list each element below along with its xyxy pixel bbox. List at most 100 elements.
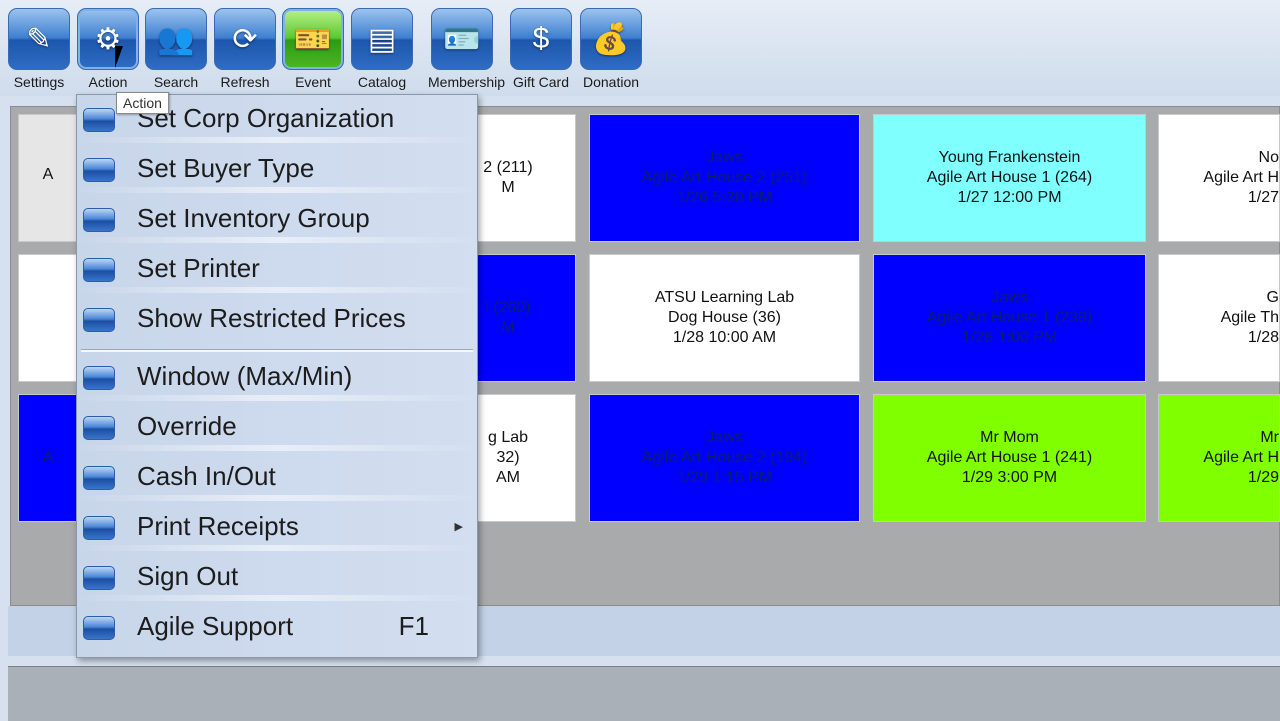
tile-line: Agile Art House 1 (239) [926,309,1093,326]
money-bag-icon: 💰 [580,8,642,70]
tile-line: Jaws [706,429,743,446]
menu-item-sheen [77,495,477,501]
action-button[interactable]: ⚙ Action [75,8,141,96]
search-label: Search [153,74,199,90]
refresh-icon: ⟳ [214,8,276,70]
tile-line: 1/27 12:00 PM [957,189,1062,206]
tile-line: A [42,166,54,183]
menu-item-print-receipts[interactable]: Print Receipts ▶ [77,503,477,551]
tile-line: 1/29 3:00 PM [961,469,1058,486]
tile-line: Mr Mom [980,429,1039,446]
tile-line: Agile Th [1220,309,1279,326]
event-tile[interactable]: No Agile Art H 1/27 [1158,114,1280,242]
menu-bullet-icon [83,566,115,590]
gift-card-label: Gift Card [512,74,569,90]
mouse-cursor-icon [115,46,123,68]
tile-line: l (260) [485,299,531,316]
catalog-label: Catalog [357,74,407,90]
menu-item-label: Window (Max/Min) [137,360,353,391]
menu-item-label: Sign Out [137,560,239,591]
menu-bullet-icon [83,366,115,390]
catalog-button[interactable]: ▤ Catalog [349,8,415,96]
tile-line: Agile Art H [1203,449,1279,466]
action-menu: Set Corp Organization Set Buyer Type Set… [76,94,478,658]
event-tile[interactable]: Jaws Agile Art House 2 (251) 1/26 5:30 P… [589,114,860,242]
menu-item-sign-out[interactable]: Sign Out [77,553,477,601]
menu-bullet-icon [83,208,115,232]
menu-item-label: Cash In/Out [137,460,276,491]
menu-item-set-buyer-type[interactable]: Set Buyer Type [77,145,477,193]
menu-bullet-icon [83,108,115,132]
menu-item-cash-in-out[interactable]: Cash In/Out [77,453,477,501]
event-label: Event [295,74,331,90]
bottom-bar [8,666,1280,721]
action-tooltip: Action [116,92,169,114]
menu-item-label: Agile Support [137,610,294,641]
event-button[interactable]: 🎫 Event [280,8,346,96]
menu-item-label: Set Corp Organization [137,102,395,133]
event-tile[interactable]: Jaws Agile Art House 1 (239) 1/28 1:00 P… [873,254,1146,382]
menu-item-label: Set Printer [137,252,260,283]
tile-line: 1/29 1:15 PM [676,469,773,486]
tile-line: M [501,319,515,336]
donation-button[interactable]: 💰 Donation [578,8,644,96]
menu-item-label: Show Restricted Prices [137,302,406,333]
membership-card-icon: 🪪 [431,8,493,70]
event-tile[interactable]: Jaws Agile Art House 2 (194) 1/29 1:15 P… [589,394,860,522]
refresh-button[interactable]: ⟳ Refresh [212,8,278,96]
menu-item-set-inventory-group[interactable]: Set Inventory Group [77,195,477,243]
tile-line: A [42,449,54,466]
menu-item-label: Print Receipts [137,510,299,541]
menu-separator [81,349,473,352]
action-label: Action [88,74,128,90]
tile-line: Jaws [706,149,743,166]
donation-label: Donation [582,74,640,90]
menu-item-window-max-min[interactable]: Window (Max/Min) [77,353,477,401]
menu-item-override[interactable]: Override [77,403,477,451]
menu-item-shortcut: F1 [398,610,429,641]
gift-card-button[interactable]: $ Gift Card [508,8,574,96]
menu-item-label: Override [137,410,237,441]
tile-line: 1/28 1:00 PM [961,329,1058,346]
menu-item-show-restricted-prices[interactable]: Show Restricted Prices [77,295,477,341]
event-tile[interactable]: ATSU Learning Lab Dog House (36) 1/28 10… [589,254,860,382]
gears-icon: ⚙ [77,8,139,70]
tile-line: Dog House (36) [668,309,781,326]
tile-line: 2 (211) [483,159,533,176]
gift-card-icon: $ [510,8,572,70]
menu-item-sheen [77,287,477,293]
tile-line: No [1258,149,1279,166]
menu-item-sheen [77,545,477,551]
menu-bullet-icon [83,258,115,282]
membership-button[interactable]: 🪪 Membership [428,8,505,96]
event-tile[interactable]: Mr Agile Art H 1/29 [1158,394,1280,522]
event-tile[interactable]: G Agile Th 1/28 [1158,254,1280,382]
tile-line: Agile Art House 2 (194) [641,449,808,466]
menu-bullet-icon [83,416,115,440]
tile-line: 1/29 [1247,469,1279,486]
search-button[interactable]: 👥 Search [143,8,209,96]
menu-item-sheen [77,237,477,243]
event-tile[interactable]: Mr Mom Agile Art House 1 (241) 1/29 3:00… [873,394,1146,522]
tile-line: 1/26 5:30 PM [676,189,773,206]
tile-line: G [1266,289,1279,306]
tile-line: M [501,179,515,196]
menu-bullet-icon [83,616,115,640]
menu-bullet-icon [83,158,115,182]
tile-line: Agile Art House 1 (241) [926,449,1093,466]
menu-item-sheen [77,137,477,143]
settings-button[interactable]: ✎ Settings [6,8,72,96]
tile-line: 1/28 10:00 AM [672,329,777,346]
tile-line: Agile Art H [1203,169,1279,186]
menu-item-agile-support[interactable]: Agile Support F1 [77,603,477,649]
tile-line: 32) [496,449,520,466]
menu-item-set-printer[interactable]: Set Printer [77,245,477,293]
tile-line: Young Frankenstein [938,149,1081,166]
catalog-icon: ▤ [351,8,413,70]
tile-line: Agile Art House 1 (264) [926,169,1093,186]
tile-line: Agile Art House 2 (251) [641,169,808,186]
settings-icon: ✎ [8,8,70,70]
tile-line: 1/28 [1247,329,1279,346]
toolbar: ✎ Settings ⚙ Action 👥 Search ⟳ Refresh 🎫… [0,0,1280,96]
event-tile[interactable]: Young Frankenstein Agile Art House 1 (26… [873,114,1146,242]
